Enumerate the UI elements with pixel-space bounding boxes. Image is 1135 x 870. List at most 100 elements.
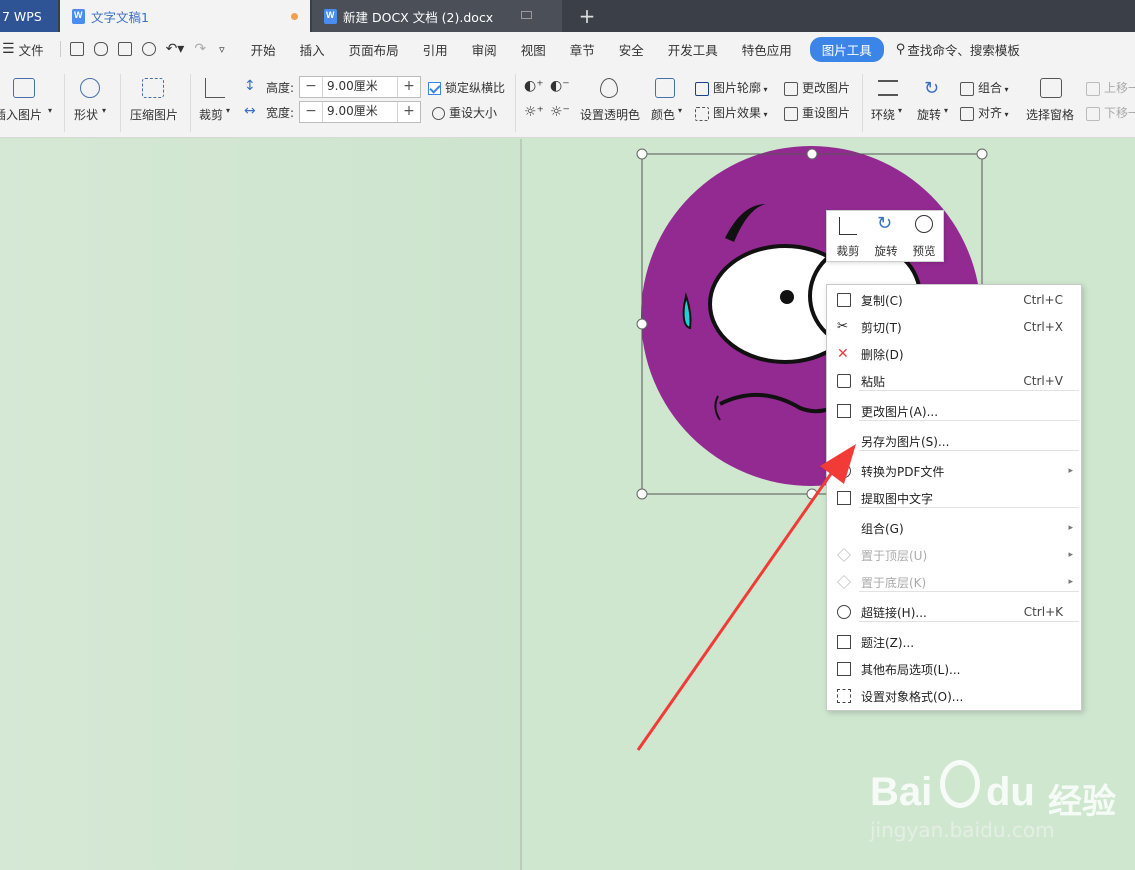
dropdown-arrow-icon: ▾ <box>678 106 683 115</box>
context-menu-item[interactable]: 粘贴 Ctrl+V <box>827 369 1081 393</box>
rotate-icon: ↻ <box>924 78 940 99</box>
checkbox-checked-icon <box>428 82 441 95</box>
new-tab-button[interactable]: + <box>574 0 600 32</box>
align-button[interactable]: 对齐 ▾ <box>960 104 1009 121</box>
shape-button[interactable]: 形状 ▾ <box>70 76 114 132</box>
picture-effect-button[interactable]: 图片效果 ▾ <box>695 104 768 121</box>
float-preview-label: 预览 <box>912 244 936 258</box>
menu-review[interactable]: 审阅 <box>460 40 509 59</box>
width-increase-button[interactable]: + <box>398 102 420 122</box>
dropdown-arrow-icon: ▾ <box>226 106 231 115</box>
command-search[interactable]: 查找命令、搜索模板 <box>907 40 1020 59</box>
tab-document-1[interactable]: 文字文稿1 <box>60 0 310 32</box>
context-menu-label: 更改图片(A)... <box>861 404 939 419</box>
menu-page-layout[interactable]: 页面布局 <box>337 40 411 59</box>
hamburger-icon[interactable]: ☰ <box>2 41 15 57</box>
insert-picture-button[interactable]: 插入图片 ▾ <box>0 76 60 132</box>
width-spinner[interactable]: − 9.00厘米 + <box>299 101 421 123</box>
float-rotate-button[interactable]: ↻ 旋转 <box>867 211 905 263</box>
compress-picture-label: 压缩图片 <box>130 108 179 122</box>
decrease-contrast-icon[interactable]: ◐⁻ <box>550 78 570 94</box>
picture-outline-label: 图片轮廓 <box>713 81 762 95</box>
picture-outline-button[interactable]: 图片轮廓 ▾ <box>695 79 768 96</box>
monitor-icon[interactable] <box>521 11 532 19</box>
menu-view[interactable]: 视图 <box>509 40 558 59</box>
print-preview-icon[interactable] <box>141 42 156 56</box>
width-input[interactable]: 9.00厘米 <box>322 102 398 122</box>
menu-security[interactable]: 安全 <box>607 40 656 59</box>
context-menu-item[interactable]: ✕ 删除(D) <box>827 342 1081 366</box>
redo-icon[interactable]: ↷ <box>194 41 206 57</box>
reset-size-label: 重设大小 <box>449 106 498 120</box>
reset-picture-label: 重设图片 <box>802 106 851 120</box>
group-button[interactable]: 组合 ▾ <box>960 79 1009 96</box>
decrease-brightness-icon[interactable]: ☼⁻ <box>550 104 570 120</box>
undo-icon[interactable]: ↶▾ <box>166 41 185 57</box>
height-increase-button[interactable]: + <box>398 77 420 97</box>
context-menu-label: 置于顶层(U) <box>861 548 928 563</box>
watermark-brand: Bai <box>870 770 933 814</box>
menu-references[interactable]: 引用 <box>411 40 460 59</box>
float-preview-button[interactable]: 预览 <box>905 211 943 263</box>
submenu-arrow-icon: ▸ <box>1068 577 1073 587</box>
height-spinner[interactable]: − 9.00厘米 + <box>299 76 421 98</box>
height-input[interactable]: 9.00厘米 <box>322 77 398 97</box>
menu-section[interactable]: 章节 <box>558 40 607 59</box>
height-decrease-button[interactable]: − <box>300 77 322 97</box>
rotate-button[interactable]: ↻ 旋转 ▾ <box>914 76 954 132</box>
align-icon <box>960 106 974 121</box>
save-icon[interactable] <box>69 42 84 56</box>
increase-contrast-icon[interactable]: ◐⁺ <box>524 78 544 94</box>
color-label: 颜色 <box>651 108 676 122</box>
lock-aspect-ratio-checkbox[interactable]: 锁定纵横比 <box>428 79 505 96</box>
crop-icon <box>839 217 857 235</box>
color-button[interactable]: 颜色 ▾ <box>648 76 688 132</box>
tab-document-2[interactable]: 新建 DOCX 文档 (2).docx <box>312 0 562 32</box>
menu-special[interactable]: 特色应用 <box>730 40 804 59</box>
increase-brightness-icon[interactable]: ☼⁺ <box>524 104 544 120</box>
change-picture-button[interactable]: 更改图片 <box>784 79 850 96</box>
wrap-button[interactable]: 环绕 ▾ <box>868 76 908 132</box>
selection-pane-label: 选择窗格 <box>1026 108 1075 122</box>
droplet-icon <box>600 78 618 98</box>
shape-label: 形状 <box>74 108 99 122</box>
context-menu-label: 其他布局选项(L)... <box>861 662 961 677</box>
menu-developer[interactable]: 开发工具 <box>656 40 730 59</box>
menu-home[interactable]: 开始 <box>239 40 288 59</box>
shortcut-label: Ctrl+X <box>1023 320 1063 334</box>
search-icon[interactable]: ⚲ <box>896 42 906 57</box>
bring-forward-label: 上移一 <box>1104 81 1135 95</box>
menu-picture-tools[interactable]: 图片工具 <box>809 36 884 62</box>
float-crop-button[interactable]: 裁剪 <box>829 211 867 263</box>
selection-pane-button[interactable]: 选择窗格 <box>1024 76 1080 132</box>
align-label: 对齐 <box>978 106 1003 120</box>
menu-insert[interactable]: 插入 <box>288 40 337 59</box>
menu-file[interactable]: 文件 <box>15 40 56 59</box>
picture-effect-label: 图片效果 <box>713 106 762 120</box>
reset-size-button[interactable]: 重设大小 <box>432 104 497 121</box>
delete-icon: ✕ <box>837 346 849 362</box>
context-menu-label: 另存为图片(S)... <box>861 434 950 449</box>
set-transparent-color-button[interactable]: 设置透明色 <box>578 76 642 132</box>
context-menu-item[interactable]: ✂ 剪切(T) Ctrl+X <box>827 315 1081 339</box>
context-menu-item[interactable]: 复制(C) Ctrl+C <box>827 288 1081 312</box>
paste-icon <box>837 374 851 388</box>
tab-bar: 7 WPS 文字文稿1 新建 DOCX 文档 (2).docx + <box>0 0 1135 32</box>
width-decrease-button[interactable]: − <box>300 102 322 122</box>
tab-wps-home[interactable]: 7 WPS <box>0 0 58 32</box>
bring-forward-button[interactable]: 上移一 <box>1086 79 1135 96</box>
print-icon[interactable] <box>117 42 132 56</box>
format-painter-icon[interactable] <box>93 42 108 56</box>
change-picture-icon <box>784 81 798 96</box>
compress-picture-button[interactable]: 压缩图片 <box>126 76 182 132</box>
reset-picture-button[interactable]: 重设图片 <box>784 104 850 121</box>
group-label: 组合 <box>978 81 1003 95</box>
crop-button[interactable]: 裁剪 ▾ <box>196 76 236 132</box>
customize-toolbar-icon[interactable]: ▿ <box>219 43 225 56</box>
context-menu-item[interactable]: 更改图片(A)... <box>827 399 1081 423</box>
unsaved-dot-icon <box>291 13 298 20</box>
picture-float-toolbar: 裁剪 ↻ 旋转 预览 <box>826 210 944 262</box>
send-backward-button[interactable]: 下移一 <box>1086 104 1135 121</box>
send-backward-label: 下移一 <box>1104 106 1135 120</box>
float-rotate-label: 旋转 <box>874 244 898 258</box>
